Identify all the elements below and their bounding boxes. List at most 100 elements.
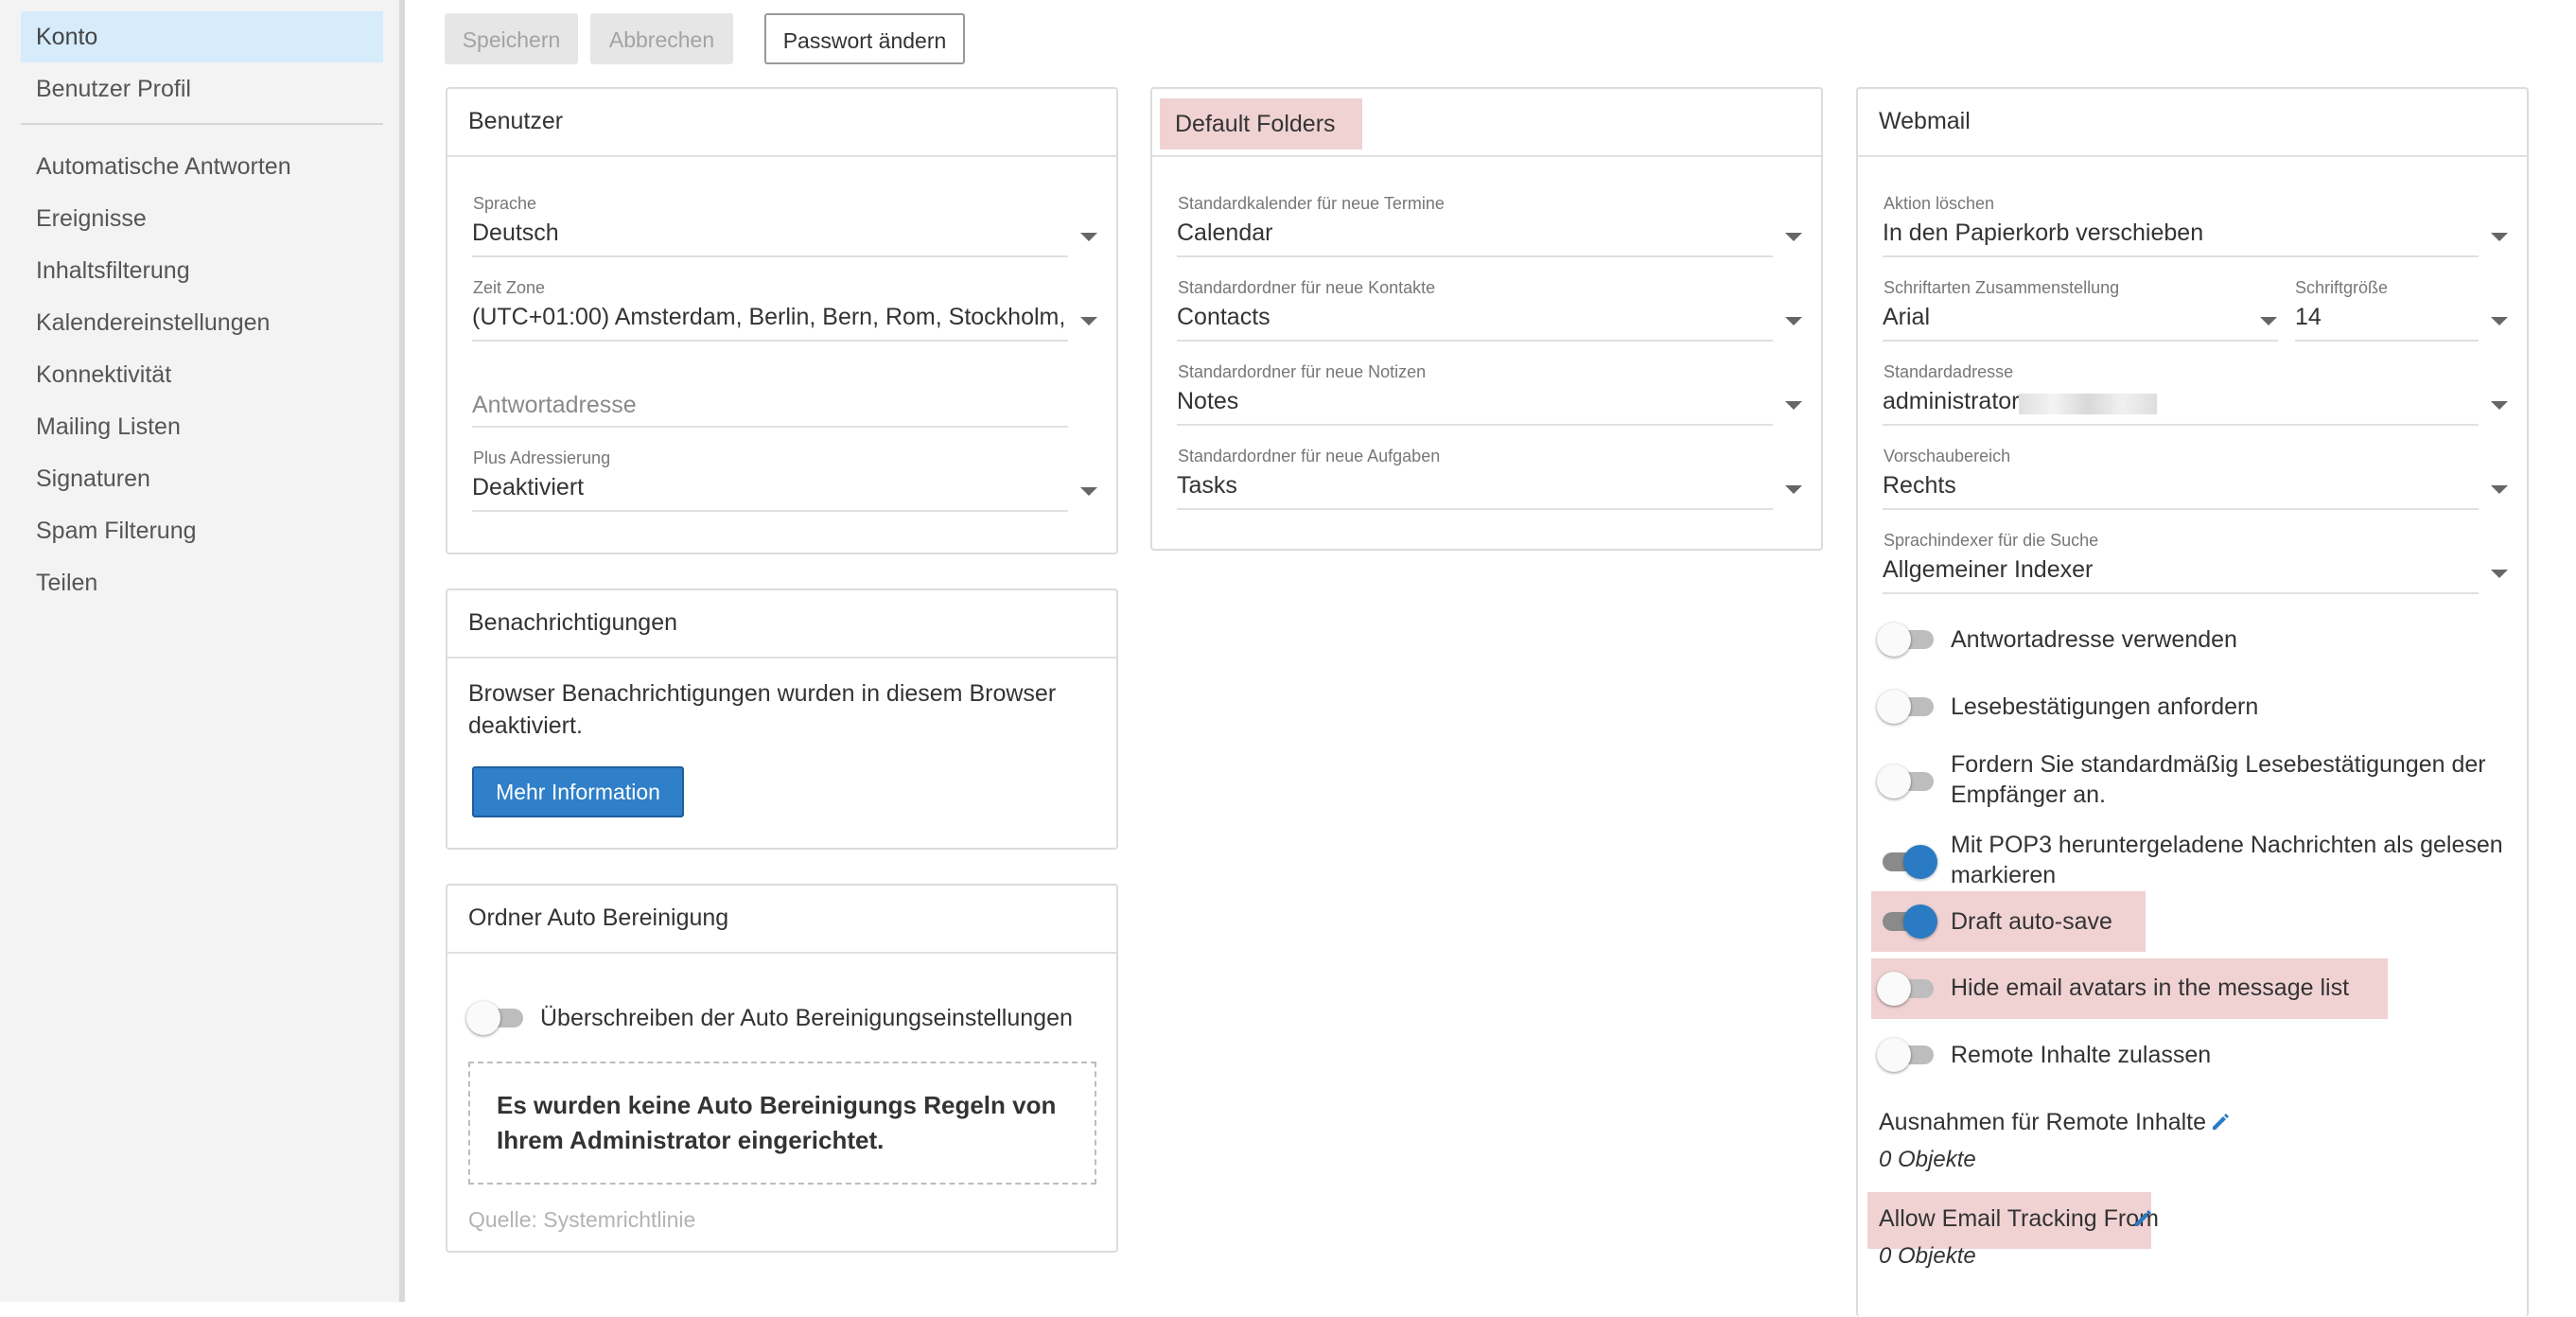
panel-header: Benutzer: [447, 89, 1116, 157]
chevron-down-icon[interactable]: [1080, 233, 1097, 241]
field-underline: [1883, 592, 2479, 594]
contacts-label: Standardordner für neue Kontakte: [1178, 278, 1436, 297]
pop3-mark-read-toggle-label: Mit POP3 heruntergeladene Nachrichten al…: [1951, 832, 2503, 888]
plus-addressing-label: Plus Adressierung: [473, 448, 611, 467]
field-underline: [472, 510, 1068, 512]
sidebar-item-teilen[interactable]: Teilen: [21, 557, 383, 608]
hide-avatars-toggle[interactable]: [1877, 970, 1937, 1008]
preview-pane-label: Vorschaubereich: [1884, 447, 2011, 465]
notifications-text: Browser Benachrichtigungen wurden in die…: [468, 680, 1057, 739]
panel-title: Webmail: [1879, 108, 1971, 134]
tracking-label: Allow Email Tracking From: [1879, 1205, 2159, 1232]
chevron-down-icon[interactable]: [2491, 570, 2508, 578]
field-underline: [472, 255, 1068, 257]
field-underline: [472, 340, 1068, 342]
sidebar-item-mailing-listen[interactable]: Mailing Listen: [21, 401, 383, 452]
field-underline: [1177, 255, 1773, 257]
autoclean-source: Quelle: Systemrichtlinie: [468, 1207, 696, 1232]
hide-avatars-toggle-label: Hide email avatars in the message list: [1951, 975, 2350, 1001]
timezone-select[interactable]: (UTC+01:00) Amsterdam, Berlin, Bern, Rom…: [472, 304, 1066, 331]
chevron-down-icon[interactable]: [1080, 317, 1097, 325]
autoclean-panel: Ordner Auto Bereinigung Überschreiben de…: [446, 884, 1118, 1253]
chevron-down-icon[interactable]: [2260, 317, 2277, 325]
chevron-down-icon[interactable]: [1785, 485, 1802, 494]
timezone-label: Zeit Zone: [473, 278, 546, 297]
field-underline: [1883, 255, 2479, 257]
field-underline: [1177, 508, 1773, 510]
indexer-select[interactable]: Allgemeiner Indexer: [1883, 556, 2450, 584]
remote-exceptions-label: Ausnahmen für Remote Inhalte: [1879, 1109, 2207, 1135]
sidebar-item-konto[interactable]: Konto: [21, 11, 383, 62]
sidebar-divider: [21, 123, 383, 125]
panel-header: Default Folders: [1152, 89, 1821, 157]
edit-pencil-icon[interactable]: [2210, 1111, 2231, 1132]
override-autoclean-toggle[interactable]: [466, 999, 527, 1037]
language-select[interactable]: Deutsch: [472, 220, 1040, 247]
reply-address-input[interactable]: Antwortadresse: [472, 392, 637, 419]
override-autoclean-label: Überschreiben der Auto Bereinigungseinst…: [540, 1005, 1073, 1031]
font-select[interactable]: Arial: [1883, 304, 2242, 331]
language-label: Sprache: [473, 194, 537, 213]
chevron-down-icon[interactable]: [1785, 401, 1802, 410]
autoclean-info-text: Es wurden keine Auto Bereinigungs Regeln…: [497, 1091, 1057, 1154]
sidebar: Konto Benutzer Profil Automatische Antwo…: [0, 0, 405, 1302]
chevron-down-icon[interactable]: [1080, 487, 1097, 496]
preview-pane-select[interactable]: Rechts: [1883, 472, 2450, 500]
chevron-down-icon[interactable]: [2491, 317, 2508, 325]
change-password-button[interactable]: Passwort ändern: [764, 13, 965, 64]
remote-content-toggle-label: Remote Inhalte zulassen: [1951, 1042, 2212, 1068]
font-size-select[interactable]: 14: [2295, 304, 2437, 331]
notes-label: Standardordner für neue Notizen: [1178, 362, 1427, 381]
sidebar-item-signaturen[interactable]: Signaturen: [21, 453, 383, 504]
plus-addressing-select[interactable]: Deaktiviert: [472, 474, 1040, 501]
sidebar-item-kalendereinstellungen[interactable]: Kalendereinstellungen: [21, 297, 383, 348]
field-underline: [1177, 340, 1773, 342]
cancel-button[interactable]: Abbrechen: [590, 13, 733, 64]
pop3-mark-read-toggle[interactable]: [1877, 843, 1937, 881]
panel-title: Default Folders: [1160, 98, 1362, 149]
sidebar-item-konnektivitaet[interactable]: Konnektivität: [21, 349, 383, 400]
panel-title: Ordner Auto Bereinigung: [468, 904, 729, 931]
chevron-down-icon[interactable]: [2491, 233, 2508, 241]
calendar-select[interactable]: Calendar: [1177, 220, 1744, 247]
panel-header: Webmail: [1858, 89, 2527, 157]
draft-autosave-toggle[interactable]: [1877, 903, 1937, 940]
sidebar-item-inhaltsfilterung[interactable]: Inhaltsfilterung: [21, 245, 383, 296]
remote-content-toggle[interactable]: [1877, 1036, 1937, 1074]
autoclean-info-box: Es wurden keine Auto Bereinigungs Regeln…: [468, 1062, 1096, 1185]
tasks-select[interactable]: Tasks: [1177, 472, 1744, 500]
reply-address-toggle-label: Antwortadresse verwenden: [1951, 626, 2237, 653]
chevron-down-icon[interactable]: [1785, 233, 1802, 241]
draft-autosave-toggle-label: Draft auto-save: [1951, 908, 2112, 935]
notes-select[interactable]: Notes: [1177, 388, 1744, 415]
edit-pencil-icon[interactable]: [2132, 1207, 2153, 1228]
save-button[interactable]: Speichern: [445, 13, 578, 64]
sidebar-item-ereignisse[interactable]: Ereignisse: [21, 193, 383, 244]
default-folders-panel: Default Folders Standardkalender für neu…: [1150, 87, 1823, 551]
panel-title: Benachrichtigungen: [468, 609, 677, 636]
chevron-down-icon[interactable]: [2491, 401, 2508, 410]
redacted-address: [2019, 394, 2157, 414]
field-underline: [1883, 508, 2479, 510]
sidebar-item-benutzer-profil[interactable]: Benutzer Profil: [21, 63, 383, 114]
chevron-down-icon[interactable]: [2491, 485, 2508, 494]
reply-address-toggle[interactable]: [1877, 621, 1937, 658]
webmail-panel: Webmail Aktion löschen In den Papierkorb…: [1856, 87, 2529, 1317]
notifications-panel: Benachrichtigungen Browser Benachrichtig…: [446, 588, 1118, 850]
font-label: Schriftarten Zusammenstellung: [1884, 278, 2120, 297]
read-receipts-toggle-label: Lesebestätigungen anfordern: [1951, 694, 2259, 720]
indexer-label: Sprachindexer für die Suche: [1884, 531, 2099, 550]
delete-action-select[interactable]: In den Papierkorb verschieben: [1883, 220, 2450, 247]
read-receipts-toggle[interactable]: [1877, 688, 1937, 726]
sidebar-item-automatische-antworten[interactable]: Automatische Antworten: [21, 141, 383, 192]
more-information-button[interactable]: Mehr Information: [472, 766, 684, 817]
default-address-select[interactable]: administrator: [1883, 388, 2450, 415]
calendar-label: Standardkalender für neue Termine: [1178, 194, 1445, 213]
panel-title: Benutzer: [468, 108, 564, 134]
chevron-down-icon[interactable]: [1785, 317, 1802, 325]
contacts-select[interactable]: Contacts: [1177, 304, 1744, 331]
default-read-receipts-toggle[interactable]: [1877, 763, 1937, 800]
sidebar-item-spam-filterung[interactable]: Spam Filterung: [21, 505, 383, 556]
default-address-label: Standardadresse: [1884, 362, 2014, 381]
field-underline: [1883, 424, 2479, 426]
